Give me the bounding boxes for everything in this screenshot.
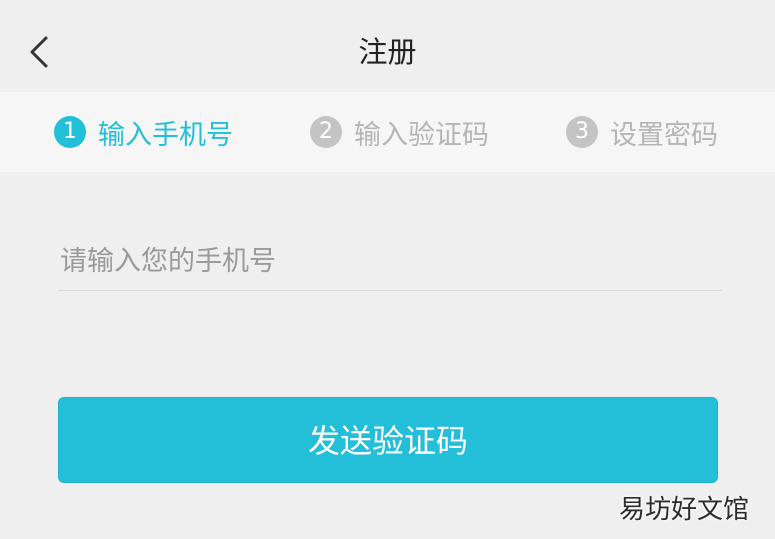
step-number-badge: 2	[310, 116, 342, 148]
step-number-badge: 1	[54, 116, 86, 148]
step-enter-phone: 1 输入手机号	[54, 114, 233, 151]
register-page: 注册 1 输入手机号 2 输入验证码 3 设置密码 发送验证码 易坊好文馆	[0, 0, 775, 539]
step-set-password: 3 设置密码	[566, 114, 718, 151]
page-title: 注册	[358, 35, 417, 69]
phone-number-input[interactable]	[58, 232, 722, 291]
step-label: 设置密码	[610, 119, 718, 151]
watermark: 易坊好文馆	[618, 495, 749, 525]
step-enter-code: 2 输入验证码	[310, 114, 489, 151]
step-label: 输入验证码	[354, 119, 489, 151]
send-code-button[interactable]: 发送验证码	[58, 397, 718, 483]
step-label: 输入手机号	[98, 119, 233, 151]
header: 注册	[0, 0, 775, 92]
step-number-badge: 3	[566, 116, 598, 148]
step-indicator: 1 输入手机号 2 输入验证码 3 设置密码	[0, 92, 775, 172]
